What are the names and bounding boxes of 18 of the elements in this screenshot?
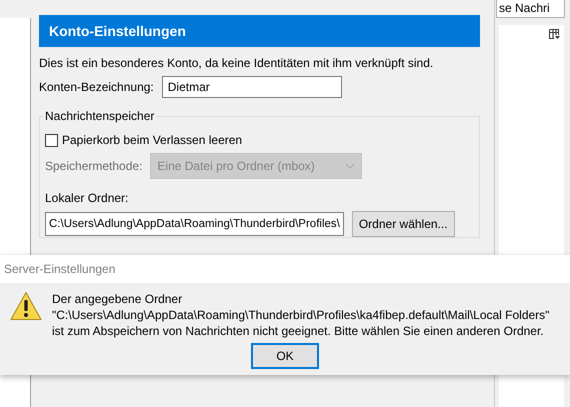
dialog-title: Server-Einstellungen [0, 255, 570, 283]
chevron-icon [345, 163, 356, 169]
account-name-label: Konten-Bezeichnung: [39, 80, 154, 94]
column-picker-icon[interactable] [549, 29, 560, 40]
group-legend: Nachrichtenspeicher [43, 109, 156, 123]
local-folder-field[interactable]: C:\Users\Adlung\AppData\Roaming\Thunderbird\Profiles\ [45, 212, 344, 236]
account-name-field[interactable]: Dietmar [162, 76, 342, 98]
local-folder-label: Lokaler Ordner: [45, 191, 130, 205]
panel-title: Konto-Einstellungen [39, 15, 480, 47]
warning-icon [10, 291, 42, 321]
description-text: Dies ist ein besonderes Konto, da keine Identitäten mit ihm verknüpft sind. [39, 56, 434, 70]
search-field[interactable]: se Nachri [496, 0, 565, 18]
checkbox-label[interactable]: Papierkorb beim Verlassen leeren [62, 133, 242, 147]
checkbox[interactable] [45, 134, 58, 146]
error-message: Der angegebene Ordner "C:\Users\Adlung\AppData\Roaming\Thunderbird\Profiles\ka4fibep.default\Mail\Local Folders" ist zum Abspeichern von Nachrichten nicht geeignet. Bitte wählen Sie einen anderen Ordner. [52, 291, 550, 339]
choose-folder-button[interactable]: Ordner wählen... [352, 211, 455, 237]
ok-button[interactable]: OK [251, 343, 319, 369]
store-type-label: Speichermethode: [45, 159, 142, 173]
